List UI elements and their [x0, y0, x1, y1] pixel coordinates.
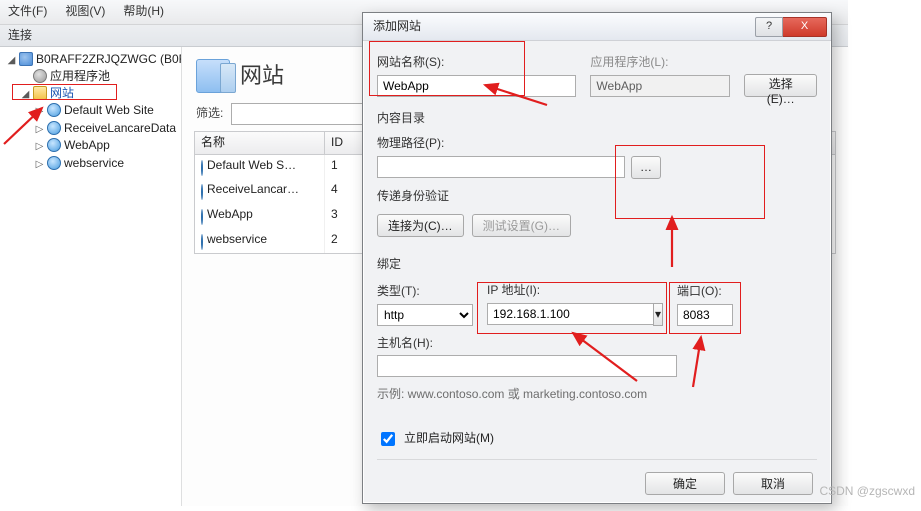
tree-site-item[interactable]: ▷webservice [34, 155, 181, 173]
globe-icon [47, 121, 61, 135]
host-example: 示例: www.contoso.com 或 marketing.contoso.… [377, 387, 817, 403]
host-input[interactable] [377, 355, 677, 377]
globe-icon [201, 234, 203, 250]
test-settings-button[interactable]: 测试设置(G)… [472, 214, 571, 237]
globe-icon [201, 209, 203, 225]
server-icon [19, 52, 33, 66]
app-pool-label: 应用程序池(L): [590, 55, 730, 71]
globe-icon [47, 103, 61, 117]
close-button[interactable]: X [783, 17, 827, 37]
gear-icon [33, 69, 47, 83]
autostart-input[interactable] [381, 432, 395, 446]
globe-icon [47, 138, 61, 152]
browse-path-button[interactable]: … [631, 156, 661, 179]
ip-input[interactable] [487, 303, 653, 325]
tree-site-item[interactable]: ▷WebApp [34, 137, 181, 155]
site-name-label: 网站名称(S): [377, 55, 576, 71]
col-name[interactable]: 名称 [195, 132, 325, 154]
watermark: CSDN @zgscwxd [819, 484, 915, 500]
tree-server[interactable]: ◢B0RAFF2ZRJQZWGC (B0RA 应用程序池 ◢网站 ▷Defaul… [6, 51, 181, 174]
binding-header: 绑定 [377, 247, 817, 273]
dialog-titlebar[interactable]: 添加网站 ? X [363, 13, 831, 41]
help-button[interactable]: ? [755, 17, 783, 37]
dialog-title: 添加网站 [373, 19, 421, 35]
tree-app-pools[interactable]: 应用程序池 [20, 68, 181, 86]
type-select[interactable]: http [377, 304, 473, 326]
content-dir-header: 内容目录 [377, 107, 817, 127]
sites-page-icon [196, 59, 230, 93]
type-label: 类型(T): [377, 284, 473, 300]
autostart-checkbox[interactable]: 立即启动网站(M) [377, 429, 817, 449]
connect-as-button[interactable]: 连接为(C)… [377, 214, 464, 237]
cancel-button[interactable]: 取消 [733, 472, 813, 495]
page-title: 网站 [240, 62, 284, 91]
port-label: 端口(O): [677, 284, 733, 300]
host-label: 主机名(H): [377, 336, 677, 352]
add-website-dialog: 添加网站 ? X 网站名称(S): 应用程序池(L): 选择(E)… 内容目录 … [362, 12, 832, 504]
tree-sites[interactable]: ◢网站 ▷Default Web Site▷ReceiveLancareData… [20, 85, 181, 173]
phys-path-input[interactable] [377, 156, 625, 178]
globe-icon [201, 160, 203, 176]
site-name-input[interactable] [377, 75, 576, 97]
app-pool-input [590, 75, 730, 97]
globe-icon [47, 156, 61, 170]
passthrough-auth-label: 传递身份验证 [377, 189, 817, 205]
port-input[interactable] [677, 304, 733, 326]
menu-help[interactable]: 帮助(H) [121, 2, 166, 22]
phys-path-label: 物理路径(P): [377, 136, 677, 152]
connections-tree: ◢B0RAFF2ZRJQZWGC (B0RA 应用程序池 ◢网站 ▷Defaul… [0, 47, 182, 506]
globe-icon [201, 184, 203, 200]
tree-site-item[interactable]: ▷Default Web Site [34, 102, 181, 120]
tree-site-item[interactable]: ▷ReceiveLancareData [34, 120, 181, 138]
menu-view[interactable]: 视图(V) [63, 2, 107, 22]
folder-icon [33, 86, 47, 100]
ok-button[interactable]: 确定 [645, 472, 725, 495]
ip-label: IP 地址(I): [487, 283, 663, 299]
filter-label: 筛选: [196, 106, 223, 122]
menu-file[interactable]: 文件(F) [6, 2, 49, 22]
select-app-pool-button[interactable]: 选择(E)… [744, 74, 817, 97]
